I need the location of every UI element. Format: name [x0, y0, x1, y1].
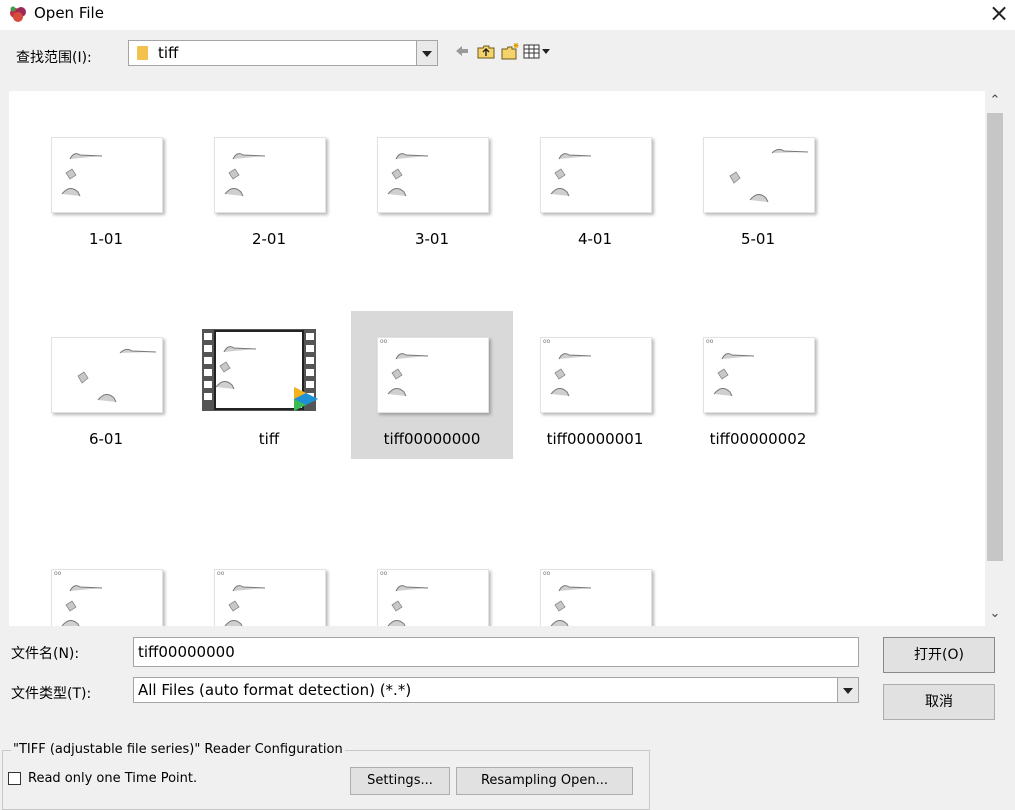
image-thumbnail — [51, 137, 163, 213]
window-title: Open File — [34, 4, 104, 22]
file-type-label: 文件类型(T): — [11, 686, 92, 702]
scrollbar-thumb[interactable] — [987, 113, 1003, 561]
file-item[interactable]: 5-01 — [677, 111, 839, 259]
scroll-down-icon[interactable]: ⌄ — [985, 604, 1005, 624]
file-item-name: tiff00000001 — [546, 430, 644, 448]
image-thumbnail: oo — [377, 337, 489, 413]
file-item-name: 6-01 — [88, 430, 124, 448]
file-item[interactable]: oo — [25, 543, 187, 626]
look-in-value: tiff — [158, 44, 179, 62]
image-thumbnail: oo — [540, 337, 652, 413]
file-item[interactable]: 4-01 — [514, 111, 676, 259]
title-bar — [0, 0, 1015, 30]
reader-config-label: "TIFF (adjustable file series)" Reader C… — [11, 742, 345, 757]
image-thumbnail: oo — [214, 569, 326, 626]
resampling-open-button[interactable]: Resampling Open... — [456, 767, 633, 795]
file-item[interactable]: oo tiff00000001 — [514, 311, 676, 459]
video-file-icon — [202, 329, 318, 411]
file-item-name: 1-01 — [88, 230, 124, 248]
file-item-name: 4-01 — [577, 230, 613, 248]
file-item[interactable]: 6-01 — [25, 311, 187, 459]
file-item[interactable]: 1-01 — [25, 111, 187, 259]
close-icon[interactable]: × — [986, 0, 1012, 27]
folder-icon — [137, 46, 148, 60]
chevron-down-icon[interactable] — [837, 678, 858, 702]
file-list-view[interactable]: 1-01 2-01 3-01 4-01 5-01 6-01 tiff oo tiff000000… — [9, 91, 985, 626]
file-item[interactable]: oo — [514, 543, 676, 626]
read-one-timepoint-checkbox[interactable] — [8, 772, 21, 785]
settings-button[interactable]: Settings... — [350, 767, 450, 795]
image-thumbnail — [51, 337, 163, 413]
file-type-value: All Files (auto format detection) (*.*) — [138, 681, 412, 699]
file-name-label: 文件名(N): — [11, 646, 80, 662]
file-item[interactable]: oo tiff00000000 — [351, 311, 513, 459]
file-item[interactable]: oo — [188, 543, 350, 626]
image-thumbnail: oo — [51, 569, 163, 626]
file-item-name: 3-01 — [414, 230, 450, 248]
image-thumbnail: oo — [377, 569, 489, 626]
file-item-name: 5-01 — [740, 230, 776, 248]
file-item[interactable]: oo — [351, 543, 513, 626]
file-item-name: tiff00000002 — [709, 430, 807, 448]
new-folder-icon[interactable] — [500, 42, 520, 62]
file-item[interactable]: 2-01 — [188, 111, 350, 259]
file-item[interactable]: tiff — [188, 311, 350, 459]
open-button[interactable]: 打开(O) — [883, 637, 995, 673]
up-folder-icon[interactable] — [476, 42, 496, 62]
view-menu-icon[interactable] — [523, 42, 553, 62]
file-item[interactable]: 3-01 — [351, 111, 513, 259]
look-in-combo[interactable]: tiff — [128, 40, 438, 66]
file-type-select[interactable]: All Files (auto format detection) (*.*) — [133, 677, 859, 703]
file-item[interactable]: oo tiff00000002 — [677, 311, 839, 459]
chevron-down-icon[interactable] — [416, 41, 437, 65]
image-thumbnail — [703, 137, 815, 213]
read-one-timepoint-label: Read only one Time Point. — [28, 771, 198, 786]
cancel-button[interactable]: 取消 — [883, 684, 995, 720]
image-thumbnail — [540, 137, 652, 213]
image-thumbnail — [214, 137, 326, 213]
image-thumbnail: oo — [540, 569, 652, 626]
back-arrow-icon[interactable] — [454, 42, 470, 62]
file-name-input[interactable] — [133, 637, 859, 667]
scroll-up-icon[interactable]: ⌃ — [985, 91, 1005, 111]
image-thumbnail: oo — [703, 337, 815, 413]
file-item-name: 2-01 — [251, 230, 287, 248]
image-thumbnail — [377, 137, 489, 213]
file-item-name: tiff00000000 — [383, 430, 481, 448]
app-icon — [8, 4, 28, 24]
look-in-label: 查找范围(I): — [16, 50, 92, 66]
file-item-name: tiff — [258, 430, 280, 448]
vertical-scrollbar[interactable]: ⌃ ⌄ — [985, 91, 1005, 626]
